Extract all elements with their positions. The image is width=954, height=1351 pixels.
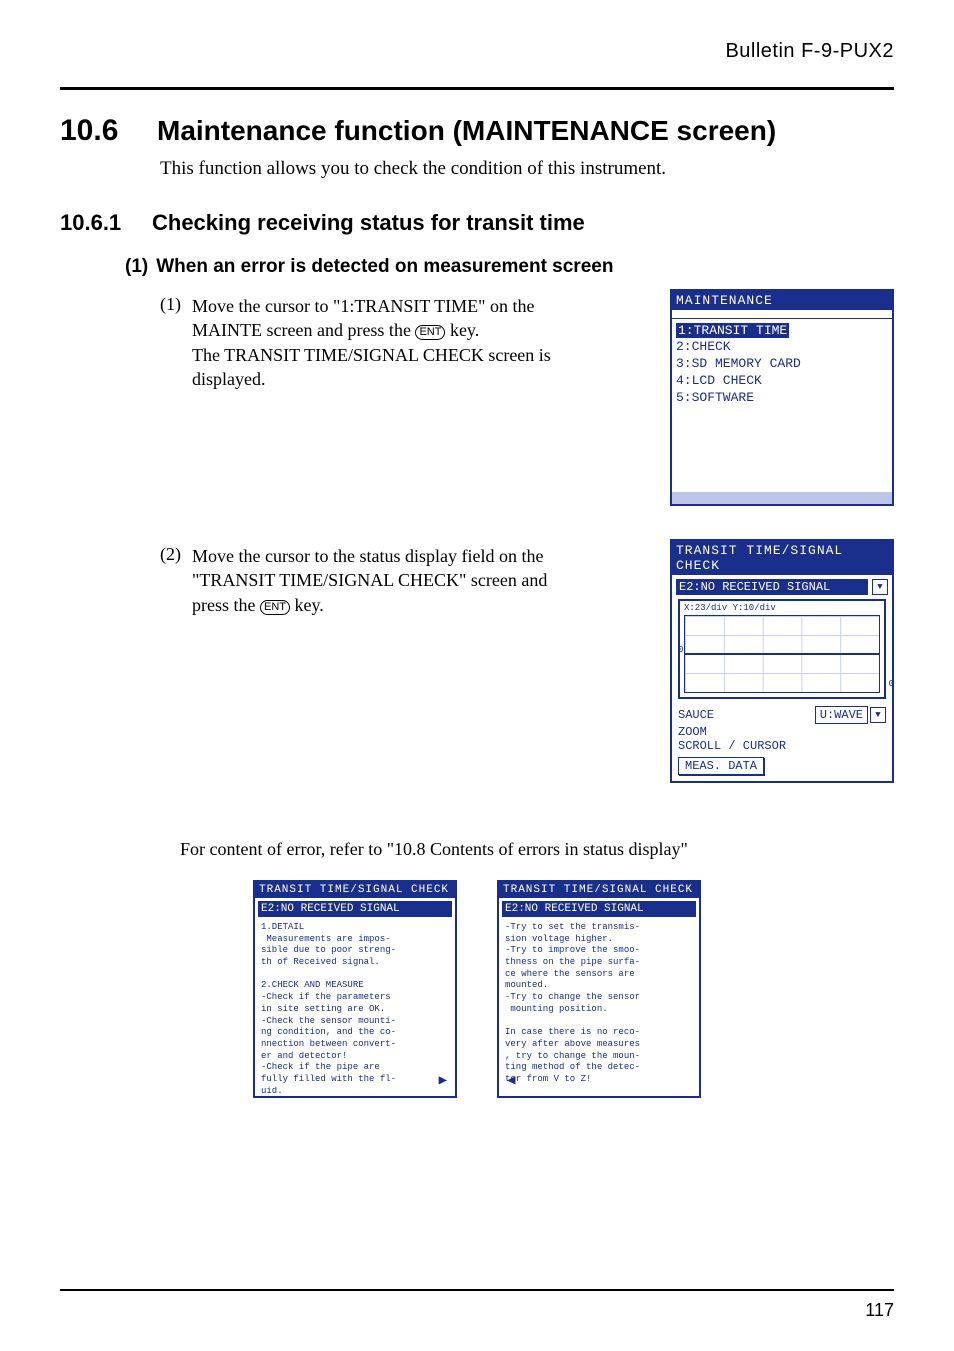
maintenance-lcd: MAINTENANCE 1:TRANSIT TIME 2:CHECK 3:SD …: [670, 289, 894, 506]
signal-status-field: E2:NO RECEIVED SIGNAL: [676, 579, 868, 595]
top-rule: [60, 87, 894, 90]
error-detail-lcd-right: TRANSIT TIME/SIGNAL CHECK E2:NO RECEIVED…: [497, 880, 701, 1098]
maint-menu-item-1: 1:TRANSIT TIME: [676, 323, 789, 338]
step1-line2: key.: [450, 320, 479, 340]
section-description: This function allows you to check the co…: [160, 158, 894, 180]
wave-select: U:WAVE: [815, 706, 868, 724]
signal-lcd-title: TRANSIT TIME/SIGNAL CHECK: [672, 541, 892, 575]
scroll-cursor-label: SCROLL / CURSOR: [678, 739, 886, 753]
meas-data-button: MEAS. DATA: [678, 757, 764, 775]
status-dropdown-icon: ▼: [872, 579, 888, 595]
graph-zero-right: 0: [889, 679, 894, 689]
maintenance-lcd-title: MAINTENANCE: [672, 291, 892, 310]
maint-menu-item-3: 3:SD MEMORY CARD: [676, 355, 888, 372]
detail-right-title: TRANSIT TIME/SIGNAL CHECK: [499, 882, 699, 898]
graph-axis-label: X:23/div Y:10/div: [684, 603, 776, 613]
item-number: (1): [125, 256, 148, 278]
maint-menu-item-5: 5:SOFTWARE: [676, 389, 888, 406]
page-next-icon: ▶: [439, 1072, 447, 1090]
bulletin-id: Bulletin F-9-PUX2: [60, 40, 894, 63]
page-prev-icon: ◀: [507, 1072, 515, 1090]
step2-line2: key.: [294, 595, 323, 615]
section-title: Maintenance function (MAINTENANCE screen…: [157, 115, 776, 147]
signal-graph: X:23/div Y:10/div 0 0: [678, 599, 886, 699]
section-number: 10.6: [60, 114, 145, 148]
detail-left-title: TRANSIT TIME/SIGNAL CHECK: [255, 882, 455, 898]
wave-dropdown-icon: ▼: [870, 707, 886, 723]
step1-number: (1): [160, 294, 181, 315]
ent-key-icon: ENT: [260, 600, 290, 615]
step2-number: (2): [160, 544, 181, 565]
maint-menu-item-2: 2:CHECK: [676, 338, 888, 355]
detail-right-body: -Try to set the transmis- sion voltage h…: [505, 922, 693, 1086]
error-detail-lcd-left: TRANSIT TIME/SIGNAL CHECK E2:NO RECEIVED…: [253, 880, 457, 1098]
step2-text: Move the cursor to the status display fi…: [192, 544, 587, 617]
step1-text: Move the cursor to "1:TRANSIT TIME" on t…: [192, 294, 587, 391]
step1-line1: Move the cursor to "1:TRANSIT TIME" on t…: [192, 296, 535, 340]
graph-zero-left: 0: [678, 645, 683, 655]
ent-key-icon: ENT: [415, 325, 445, 340]
detail-right-status: E2:NO RECEIVED SIGNAL: [502, 901, 696, 917]
signal-check-lcd: TRANSIT TIME/SIGNAL CHECK E2:NO RECEIVED…: [670, 539, 894, 783]
item-title: When an error is detected on measurement…: [156, 256, 613, 278]
step1-line3: The TRANSIT TIME/SIGNAL CHECK screen is …: [192, 345, 551, 389]
refer-text: For content of error, refer to "10.8 Con…: [180, 839, 894, 860]
detail-left-body: 1.DETAIL Measurements are impos- sible d…: [261, 922, 449, 1097]
subsection-number: 10.6.1: [60, 210, 140, 236]
bottom-rule: [60, 1289, 894, 1291]
page-number: 117: [865, 1300, 894, 1321]
subsection-title: Checking receiving status for transit ti…: [152, 210, 585, 236]
zoom-label: ZOOM: [678, 725, 886, 739]
maint-menu-item-4: 4:LCD CHECK: [676, 372, 888, 389]
detail-left-status: E2:NO RECEIVED SIGNAL: [258, 901, 452, 917]
sauce-label: SAUCE: [678, 708, 714, 722]
step2-line1: Move the cursor to the status display fi…: [192, 546, 547, 615]
